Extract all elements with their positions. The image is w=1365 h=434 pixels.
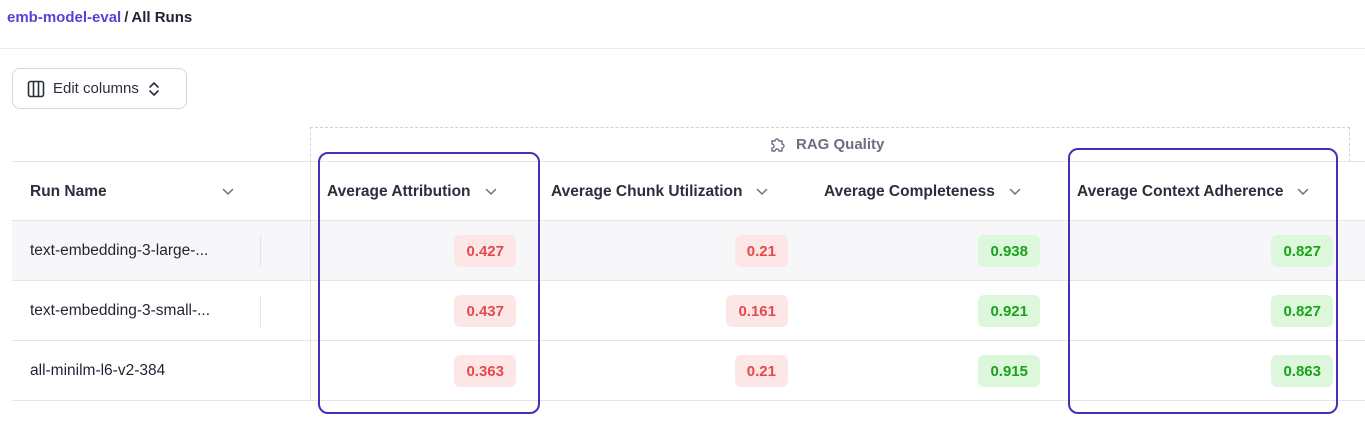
highlight-box-context-adherence [1068, 148, 1338, 414]
column-header-label: Average Completeness [824, 183, 995, 200]
cell-divider [260, 295, 261, 327]
chevron-down-icon[interactable] [222, 188, 234, 196]
cell-divider [260, 235, 261, 267]
chunk-utilization-badge: 0.21 [734, 355, 788, 387]
completeness-badge: 0.938 [978, 235, 1040, 267]
column-header-chunk-utilization[interactable]: Average Chunk Utilization [551, 162, 768, 222]
run-name-cell[interactable]: text-embedding-3-large-... [30, 221, 208, 281]
column-header-label: Average Chunk Utilization [551, 183, 743, 200]
column-header-label: Run Name [30, 183, 107, 200]
chunk-utilization-badge: 0.21 [734, 235, 788, 267]
chunk-utilization-badge: 0.161 [726, 295, 788, 327]
breadcrumb: emb-model-eval / All Runs [7, 9, 192, 26]
puzzle-icon [771, 138, 785, 152]
completeness-badge: 0.921 [978, 295, 1040, 327]
breadcrumb-project-link[interactable]: emb-model-eval [7, 9, 121, 26]
column-header-completeness[interactable]: Average Completeness [824, 162, 1021, 222]
column-header-run-name[interactable]: Run Name [30, 162, 234, 222]
breadcrumb-separator: / [124, 9, 129, 26]
completeness-badge: 0.915 [978, 355, 1040, 387]
column-divider [310, 161, 311, 401]
chevron-down-icon[interactable] [1009, 188, 1021, 196]
chevron-up-down-icon [149, 81, 159, 96]
group-label-text: RAG Quality [796, 135, 885, 153]
edit-columns-button[interactable]: Edit columns [12, 68, 187, 109]
run-name-cell[interactable]: all-minilm-l6-v2-384 [30, 341, 165, 401]
chevron-down-icon[interactable] [756, 188, 768, 196]
header-divider [0, 48, 1365, 49]
highlight-box-attribution [318, 152, 540, 414]
breadcrumb-current: All Runs [131, 9, 193, 26]
column-group-label: RAG Quality [769, 135, 884, 153]
run-name-cell[interactable]: text-embedding-3-small-... [30, 281, 210, 341]
edit-columns-label: Edit columns [53, 80, 139, 97]
columns-icon [27, 80, 45, 97]
